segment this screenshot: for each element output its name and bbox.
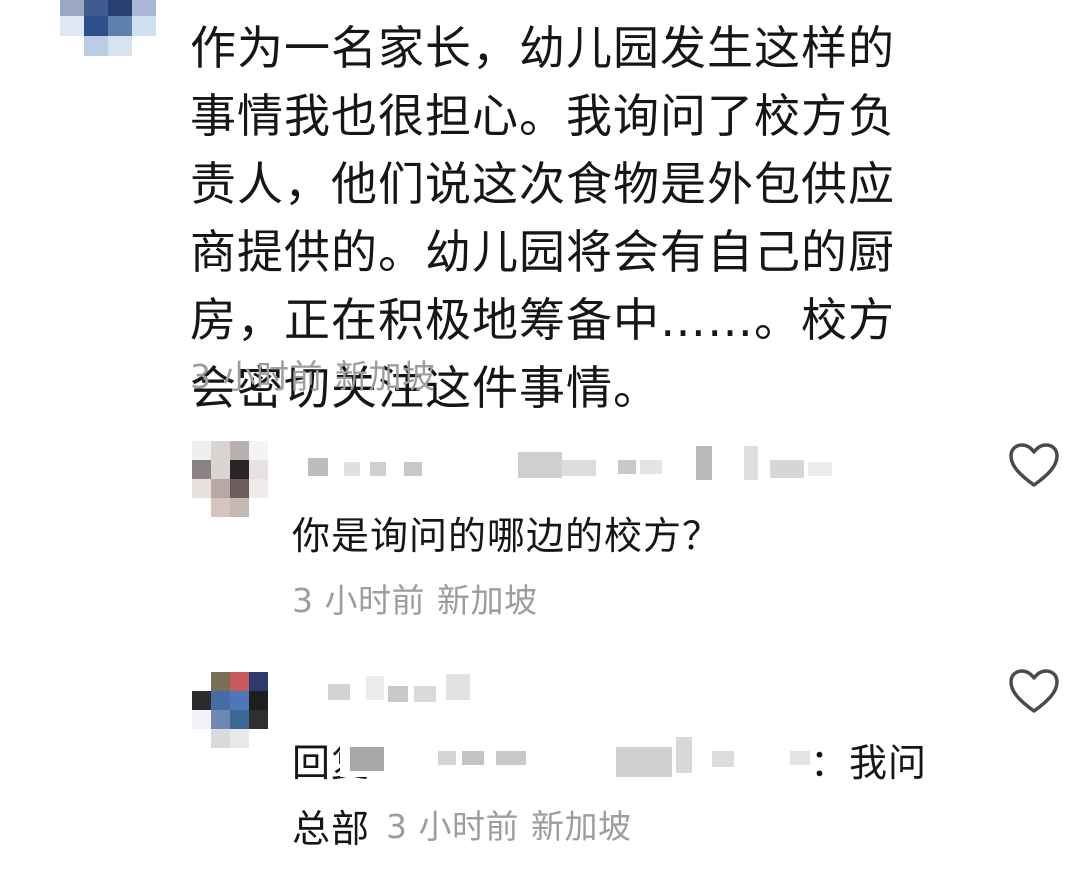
reply-suffix: ：我问 — [810, 741, 928, 785]
reply-location: 新加坡 — [531, 807, 632, 846]
heart-icon[interactable] — [1008, 442, 1060, 488]
reply-meta: 3 小时前 新加坡 — [292, 574, 538, 622]
reply-body: 你是询问的哪边的校方？ — [292, 514, 722, 558]
reply-mention-blurred[interactable] — [340, 737, 810, 777]
reply-body-line2: 总部 — [292, 807, 371, 851]
reply-avatar[interactable] — [192, 441, 268, 517]
heart-icon[interactable] — [1008, 668, 1060, 714]
reply-time: 3 小时前 — [386, 807, 519, 846]
reply-location: 新加坡 — [437, 581, 538, 620]
comment-meta: 3 小时前 新加坡 — [190, 350, 436, 398]
reply-time: 3 小时前 — [292, 581, 425, 620]
reply-avatar[interactable] — [192, 672, 268, 748]
commenter-avatar[interactable] — [60, 0, 156, 56]
reply-username-blurred[interactable] — [300, 670, 500, 710]
comment-location: 新加坡 — [335, 357, 436, 396]
reply-meta: 3 小时前 新加坡 — [386, 800, 632, 848]
reply-username-blurred[interactable] — [300, 446, 860, 486]
comment-time: 3 小时前 — [190, 357, 323, 396]
